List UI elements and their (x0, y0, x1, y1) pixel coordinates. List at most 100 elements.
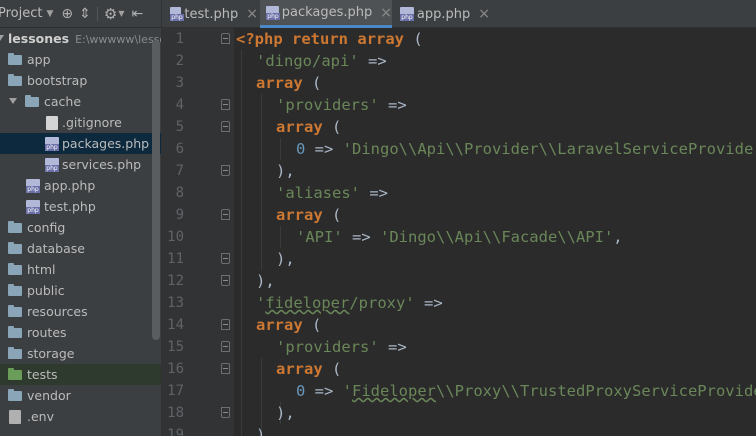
code-line: 'API' => 'Dingo\\Api\\Facade\\API', (296, 226, 623, 248)
tab-app-php[interactable]: app.php × (400, 0, 490, 28)
code-line: 'fideloper/proxy' => (256, 292, 443, 314)
code-line: <?php return array ( (236, 28, 423, 50)
line-number: 5 (175, 119, 184, 135)
code-line: 'aliases' => (276, 182, 388, 204)
number-literal: 0 (296, 382, 306, 400)
code-line: array ( (276, 116, 341, 138)
expand-arrow-icon[interactable] (9, 98, 17, 104)
close-icon[interactable]: × (246, 6, 258, 22)
code-line: ), (276, 402, 295, 424)
folder-icon (8, 347, 22, 359)
folder-icon (8, 389, 22, 401)
expand-arrow-icon[interactable] (0, 35, 4, 41)
keyword: array (276, 118, 323, 136)
collapse-all-icon[interactable]: ⇕ (79, 6, 91, 22)
tree-item-folder[interactable]: html (0, 259, 161, 280)
editor-gutter: 1 2 3 4 5 6 7 8 9 10 11 12 13 14 15 16 1… (162, 28, 234, 436)
tree-item-folder[interactable]: config (0, 217, 161, 238)
tree-item-file-selected[interactable]: packages.php (0, 133, 161, 154)
punctuation: ( (302, 74, 322, 92)
fold-marker-icon[interactable] (221, 121, 230, 132)
line-number: 14 (167, 317, 184, 333)
tree-item-file[interactable]: .env (0, 406, 161, 427)
tree-item-folder[interactable]: routes (0, 322, 161, 343)
line-number: 1 (175, 31, 184, 47)
indent-guide (280, 226, 281, 248)
php-file-icon (400, 7, 414, 21)
tree-item-label: routes (27, 325, 67, 340)
fold-marker-icon[interactable] (221, 407, 230, 418)
tree-item-label: storage (27, 346, 75, 361)
line-number: 10 (167, 229, 184, 245)
locate-target-icon[interactable]: ⊕ (61, 6, 73, 22)
tree-root-row[interactable]: lessones E:\wwwww\lessones (0, 28, 161, 49)
tree-item-label: html (27, 262, 56, 277)
code-editor[interactable]: <?php return array ( 'dingo/api' => arra… (234, 28, 756, 436)
fold-marker-icon[interactable] (221, 253, 230, 264)
fold-marker-icon[interactable] (221, 363, 230, 374)
tree-item-label: .gitignore (62, 115, 122, 130)
tree-item-folder[interactable]: app (0, 49, 161, 70)
string-literal: 'Dingo\\Api\\Provider\\LaravelServicePro… (342, 140, 756, 158)
keyword: array (276, 360, 323, 378)
operator: => (305, 140, 343, 158)
tree-item-file[interactable]: test.php (0, 196, 161, 217)
punctuation: ( (322, 360, 342, 378)
keyword: array (276, 206, 323, 224)
code-line: 'dingo/api' => (256, 50, 387, 72)
tree-item-folder[interactable]: storage (0, 343, 161, 364)
php-open-tag: <?php (236, 30, 283, 48)
tree-item-label: tests (27, 367, 58, 382)
fold-marker-icon[interactable] (221, 209, 230, 220)
string-literal: 'dingo/api' (256, 52, 359, 70)
fold-marker-icon[interactable] (221, 341, 230, 352)
tree-item-folder[interactable]: database (0, 238, 161, 259)
line-number: 4 (175, 97, 184, 113)
tree-item-folder[interactable]: bootstrap (0, 70, 161, 91)
close-icon[interactable]: × (478, 6, 490, 22)
tab-label: app.php (416, 6, 471, 22)
tree-item-folder[interactable]: vendor (0, 385, 161, 406)
tree-item-file[interactable]: app.php (0, 175, 161, 196)
indent-guide (241, 50, 242, 436)
tree-item-label: resources (27, 304, 88, 319)
fold-marker-icon[interactable] (221, 99, 230, 110)
string-literal: ' (256, 294, 266, 312)
punctuation: ( (322, 118, 342, 136)
tree-item-folder[interactable]: cache (0, 91, 161, 112)
folder-icon (8, 263, 22, 275)
hide-panel-icon[interactable]: ⇤ (131, 6, 143, 22)
tree-item-folder[interactable]: resources (0, 301, 161, 322)
tree-item-label: public (27, 283, 65, 298)
project-scrollbar[interactable] (152, 40, 160, 340)
tab-test-php[interactable]: test.php × (170, 0, 258, 28)
folder-icon (8, 53, 22, 65)
line-number: 9 (175, 207, 184, 223)
tab-packages-php[interactable]: packages.php × (260, 0, 392, 28)
fold-marker-icon[interactable] (221, 319, 230, 330)
gear-icon[interactable]: ⚙ (104, 5, 117, 23)
line-number: 8 (175, 185, 184, 201)
tree-item-folder[interactable]: public (0, 280, 161, 301)
fold-marker-icon[interactable] (221, 275, 230, 286)
tree-item-file[interactable]: services.php (0, 154, 161, 175)
close-icon[interactable]: × (380, 5, 392, 21)
small-chevron-icon[interactable]: ▼ (118, 9, 124, 18)
tree-item-label: packages.php (62, 136, 150, 151)
string-literal: 'providers' (276, 338, 379, 356)
folder-icon (8, 326, 22, 338)
tree-item-test-folder[interactable]: tests (0, 364, 161, 385)
operator: => (378, 96, 407, 114)
punctuation: ) (256, 426, 266, 436)
fold-marker-icon[interactable] (221, 33, 230, 44)
dropdown-chevron-icon[interactable]: ▼ (46, 9, 53, 19)
tree-item-label: .env (27, 409, 54, 424)
line-number: 2 (175, 53, 184, 69)
fold-marker-icon[interactable] (221, 165, 230, 176)
tree-item-file[interactable]: .gitignore (0, 112, 161, 133)
keyword: array (256, 74, 303, 92)
punctuation: ), (276, 250, 295, 268)
operator: => (360, 184, 388, 202)
tab-label: test.php (184, 6, 239, 22)
project-view-selector[interactable]: Project (0, 6, 42, 21)
